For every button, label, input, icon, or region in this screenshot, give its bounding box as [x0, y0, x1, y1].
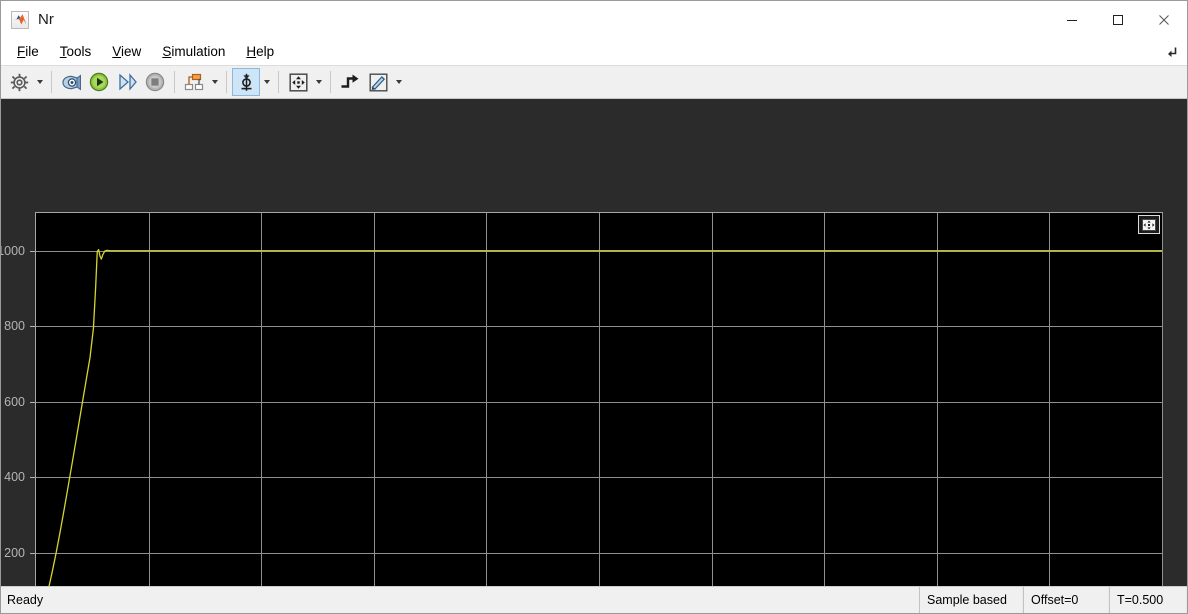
cursor-measurements-dropdown-arrow[interactable]	[260, 68, 273, 96]
maximize-axes-button[interactable]	[1138, 215, 1160, 234]
expand-axes-icon	[1142, 218, 1156, 231]
configuration-properties-button[interactable]	[5, 68, 33, 96]
y-tick-label: 1000	[1, 244, 25, 258]
stop-icon	[145, 72, 165, 92]
menu-simulation[interactable]: Simulation	[153, 41, 234, 62]
menu-mnemonic: F	[17, 44, 26, 59]
window-controls	[1049, 1, 1187, 38]
stop-button[interactable]	[141, 68, 169, 96]
menu-tools[interactable]: Tools	[51, 41, 101, 62]
menu-bar: File Tools View Simulation Help	[1, 38, 1187, 65]
toolbar-separator	[278, 71, 279, 93]
cursor-measurements-button[interactable]	[232, 68, 260, 96]
menu-file[interactable]: File	[8, 41, 48, 62]
simulink-model-button[interactable]	[57, 68, 85, 96]
status-ready-text: Ready	[7, 593, 44, 607]
plot-frame	[35, 212, 1163, 586]
dock-arrow-icon[interactable]	[1161, 42, 1181, 60]
menu-mnemonic: S	[162, 44, 172, 59]
status-bar: Ready Sample based Offset=0 T=0.500	[1, 586, 1187, 613]
y-tick-label: 800	[4, 319, 25, 333]
menu-mnemonic: T	[59, 44, 67, 59]
menu-mnemonic: H	[246, 44, 257, 59]
trigger-icon	[341, 74, 359, 88]
signal-trace	[48, 248, 1162, 586]
zoom-fit-icon	[288, 72, 308, 92]
pencil-style-icon	[369, 73, 388, 92]
gear-icon	[10, 73, 28, 91]
maximize-button[interactable]	[1095, 1, 1141, 38]
sampling-mode-cell: Sample based	[919, 587, 1023, 613]
scope-window: Nr File Tools View Simulation Help 200 4…	[0, 0, 1188, 614]
step-forward-icon	[119, 73, 137, 91]
toolbar-separator	[226, 71, 227, 93]
signal-selector-dropdown-arrow[interactable]	[208, 68, 221, 96]
minimize-button[interactable]	[1049, 1, 1095, 38]
toolbar-separator	[330, 71, 331, 93]
menu-view[interactable]: View	[103, 41, 150, 62]
trigger-button[interactable]	[336, 68, 364, 96]
y-tick-label: 600	[4, 395, 25, 409]
menu-mnemonic: V	[112, 44, 122, 59]
y-tick-label: 400	[4, 470, 25, 484]
title-bar: Nr	[1, 1, 1187, 38]
toolbar	[1, 65, 1187, 99]
simulink-view-icon	[61, 74, 81, 90]
style-dropdown-arrow[interactable]	[392, 68, 405, 96]
simulation-time-cell: T=0.500	[1109, 587, 1187, 613]
close-button[interactable]	[1141, 1, 1187, 38]
scope-plot-area[interactable]: 00.050.10.150.20.250.30.350.40.450.50200…	[1, 99, 1187, 586]
configuration-dropdown-arrow[interactable]	[33, 68, 46, 96]
toolbar-separator	[51, 71, 52, 93]
signal-selector-button[interactable]	[180, 68, 208, 96]
step-forward-button[interactable]	[113, 68, 141, 96]
toolbar-separator	[174, 71, 175, 93]
style-button[interactable]	[364, 68, 392, 96]
y-tick-label: 200	[4, 546, 25, 560]
offset-cell: Offset=0	[1023, 587, 1109, 613]
window-title: Nr	[38, 11, 55, 28]
cursor-measure-icon	[241, 73, 251, 91]
menu-help[interactable]: Help	[237, 41, 283, 62]
signal-plot	[48, 248, 1162, 586]
zoom-fit-dropdown-arrow[interactable]	[312, 68, 325, 96]
grid-line-vertical	[1162, 213, 1163, 586]
run-button[interactable]	[85, 68, 113, 96]
zoom-fit-button[interactable]	[284, 68, 312, 96]
signal-blocks-icon	[184, 73, 203, 90]
play-icon	[89, 72, 109, 92]
matlab-logo-icon	[11, 10, 29, 29]
